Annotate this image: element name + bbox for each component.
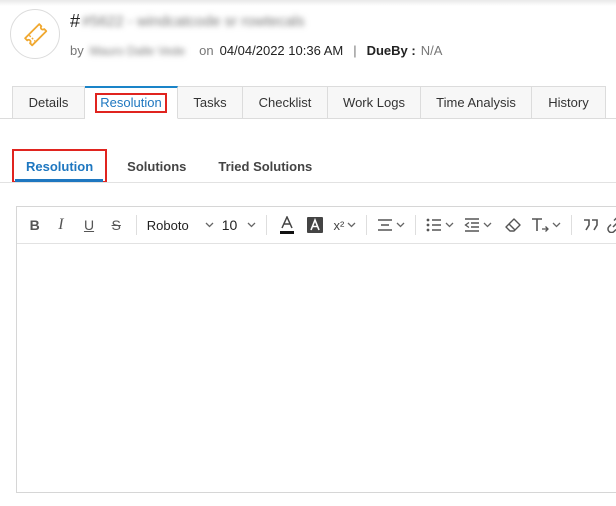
quote-icon <box>583 219 599 231</box>
bold-button[interactable]: B <box>23 211 46 239</box>
chevron-down-icon <box>247 222 256 228</box>
subtabs-divider <box>0 182 616 183</box>
by-label: by <box>70 43 84 58</box>
eraser-icon <box>505 218 521 232</box>
ticket-icon <box>10 9 60 59</box>
chevron-down-icon <box>347 222 356 228</box>
dueby-value: N/A <box>420 43 443 58</box>
link-button[interactable] <box>604 211 616 239</box>
created-date: 04/04/2022 10:36 AM <box>219 43 344 58</box>
editor-content-area[interactable] <box>17 244 616 492</box>
tab-work-logs[interactable]: Work Logs <box>328 86 421 119</box>
toolbar-divider <box>415 215 417 235</box>
request-title: # #5622 - windcatcode sr rowtecals <box>70 11 305 32</box>
tab-history[interactable]: History <box>532 86 606 119</box>
font-color-button[interactable] <box>273 211 300 239</box>
font-size-value: 10 <box>221 217 238 233</box>
toolbar-divider <box>366 215 368 235</box>
hash-symbol: # <box>70 11 81 31</box>
outdent-icon <box>464 218 480 232</box>
toolbar-divider <box>571 215 573 235</box>
subtab-tried-solutions[interactable]: Tried Solutions <box>202 149 328 183</box>
tab-tasks[interactable]: Tasks <box>178 86 243 119</box>
font-size-select[interactable]: 10 <box>218 211 261 239</box>
subtab-solutions[interactable]: Solutions <box>111 149 202 183</box>
link-icon <box>607 217 616 233</box>
strikethrough-button[interactable]: S <box>103 211 130 239</box>
italic-button[interactable]: I <box>46 211 75 239</box>
top-shadow <box>0 0 616 6</box>
list-button[interactable] <box>422 211 458 239</box>
editor-toolbar: B I U S Roboto 10 x² <box>17 207 616 244</box>
toolbar-divider <box>135 215 137 235</box>
on-label: on <box>199 43 214 58</box>
bullet-list-icon <box>426 218 442 232</box>
chevron-down-icon <box>205 222 214 228</box>
rich-text-editor: B I U S Roboto 10 x² <box>16 206 616 493</box>
align-center-icon <box>377 218 393 232</box>
font-family-value: Roboto <box>146 217 189 233</box>
toolbar-divider <box>266 215 268 235</box>
requester-name[interactable]: Mauro Dalle Vede <box>90 44 185 58</box>
active-subtab-underline <box>15 179 103 182</box>
background-color-icon <box>306 217 323 233</box>
tab-details[interactable]: Details <box>12 86 85 119</box>
clear-format-button[interactable] <box>498 211 527 239</box>
request-meta: by Mauro Dalle Vede on 04/04/2022 10:36 … <box>70 43 442 58</box>
tab-resolution[interactable]: Resolution <box>85 86 178 119</box>
font-color-icon <box>279 216 294 234</box>
superscript-label: x² <box>333 217 345 233</box>
indent-button[interactable] <box>458 211 498 239</box>
chevron-down-icon <box>445 222 454 228</box>
text-transform-button[interactable] <box>527 211 565 239</box>
tab-time-analysis[interactable]: Time Analysis <box>421 86 532 119</box>
font-family-select[interactable]: Roboto <box>143 211 218 239</box>
dueby-label: DueBy : <box>366 43 416 58</box>
main-tabs: Details Resolution Tasks Checklist Work … <box>12 86 606 119</box>
align-button[interactable] <box>373 211 409 239</box>
request-id-subject: #5622 - windcatcode sr rowtecals <box>82 13 305 30</box>
resolution-subtabs: Resolution Solutions Tried Solutions <box>12 149 328 183</box>
text-transform-icon <box>531 217 550 233</box>
underline-button[interactable]: U <box>75 211 102 239</box>
tab-checklist[interactable]: Checklist <box>243 86 328 119</box>
meta-separator: | <box>353 43 357 58</box>
subtab-resolution[interactable]: Resolution <box>12 149 108 183</box>
chevron-down-icon <box>396 222 405 228</box>
blockquote-button[interactable] <box>578 211 603 239</box>
background-color-button[interactable] <box>300 211 329 239</box>
chevron-down-icon <box>483 222 492 228</box>
superscript-button[interactable]: x² <box>330 211 361 239</box>
chevron-down-icon <box>552 222 561 228</box>
